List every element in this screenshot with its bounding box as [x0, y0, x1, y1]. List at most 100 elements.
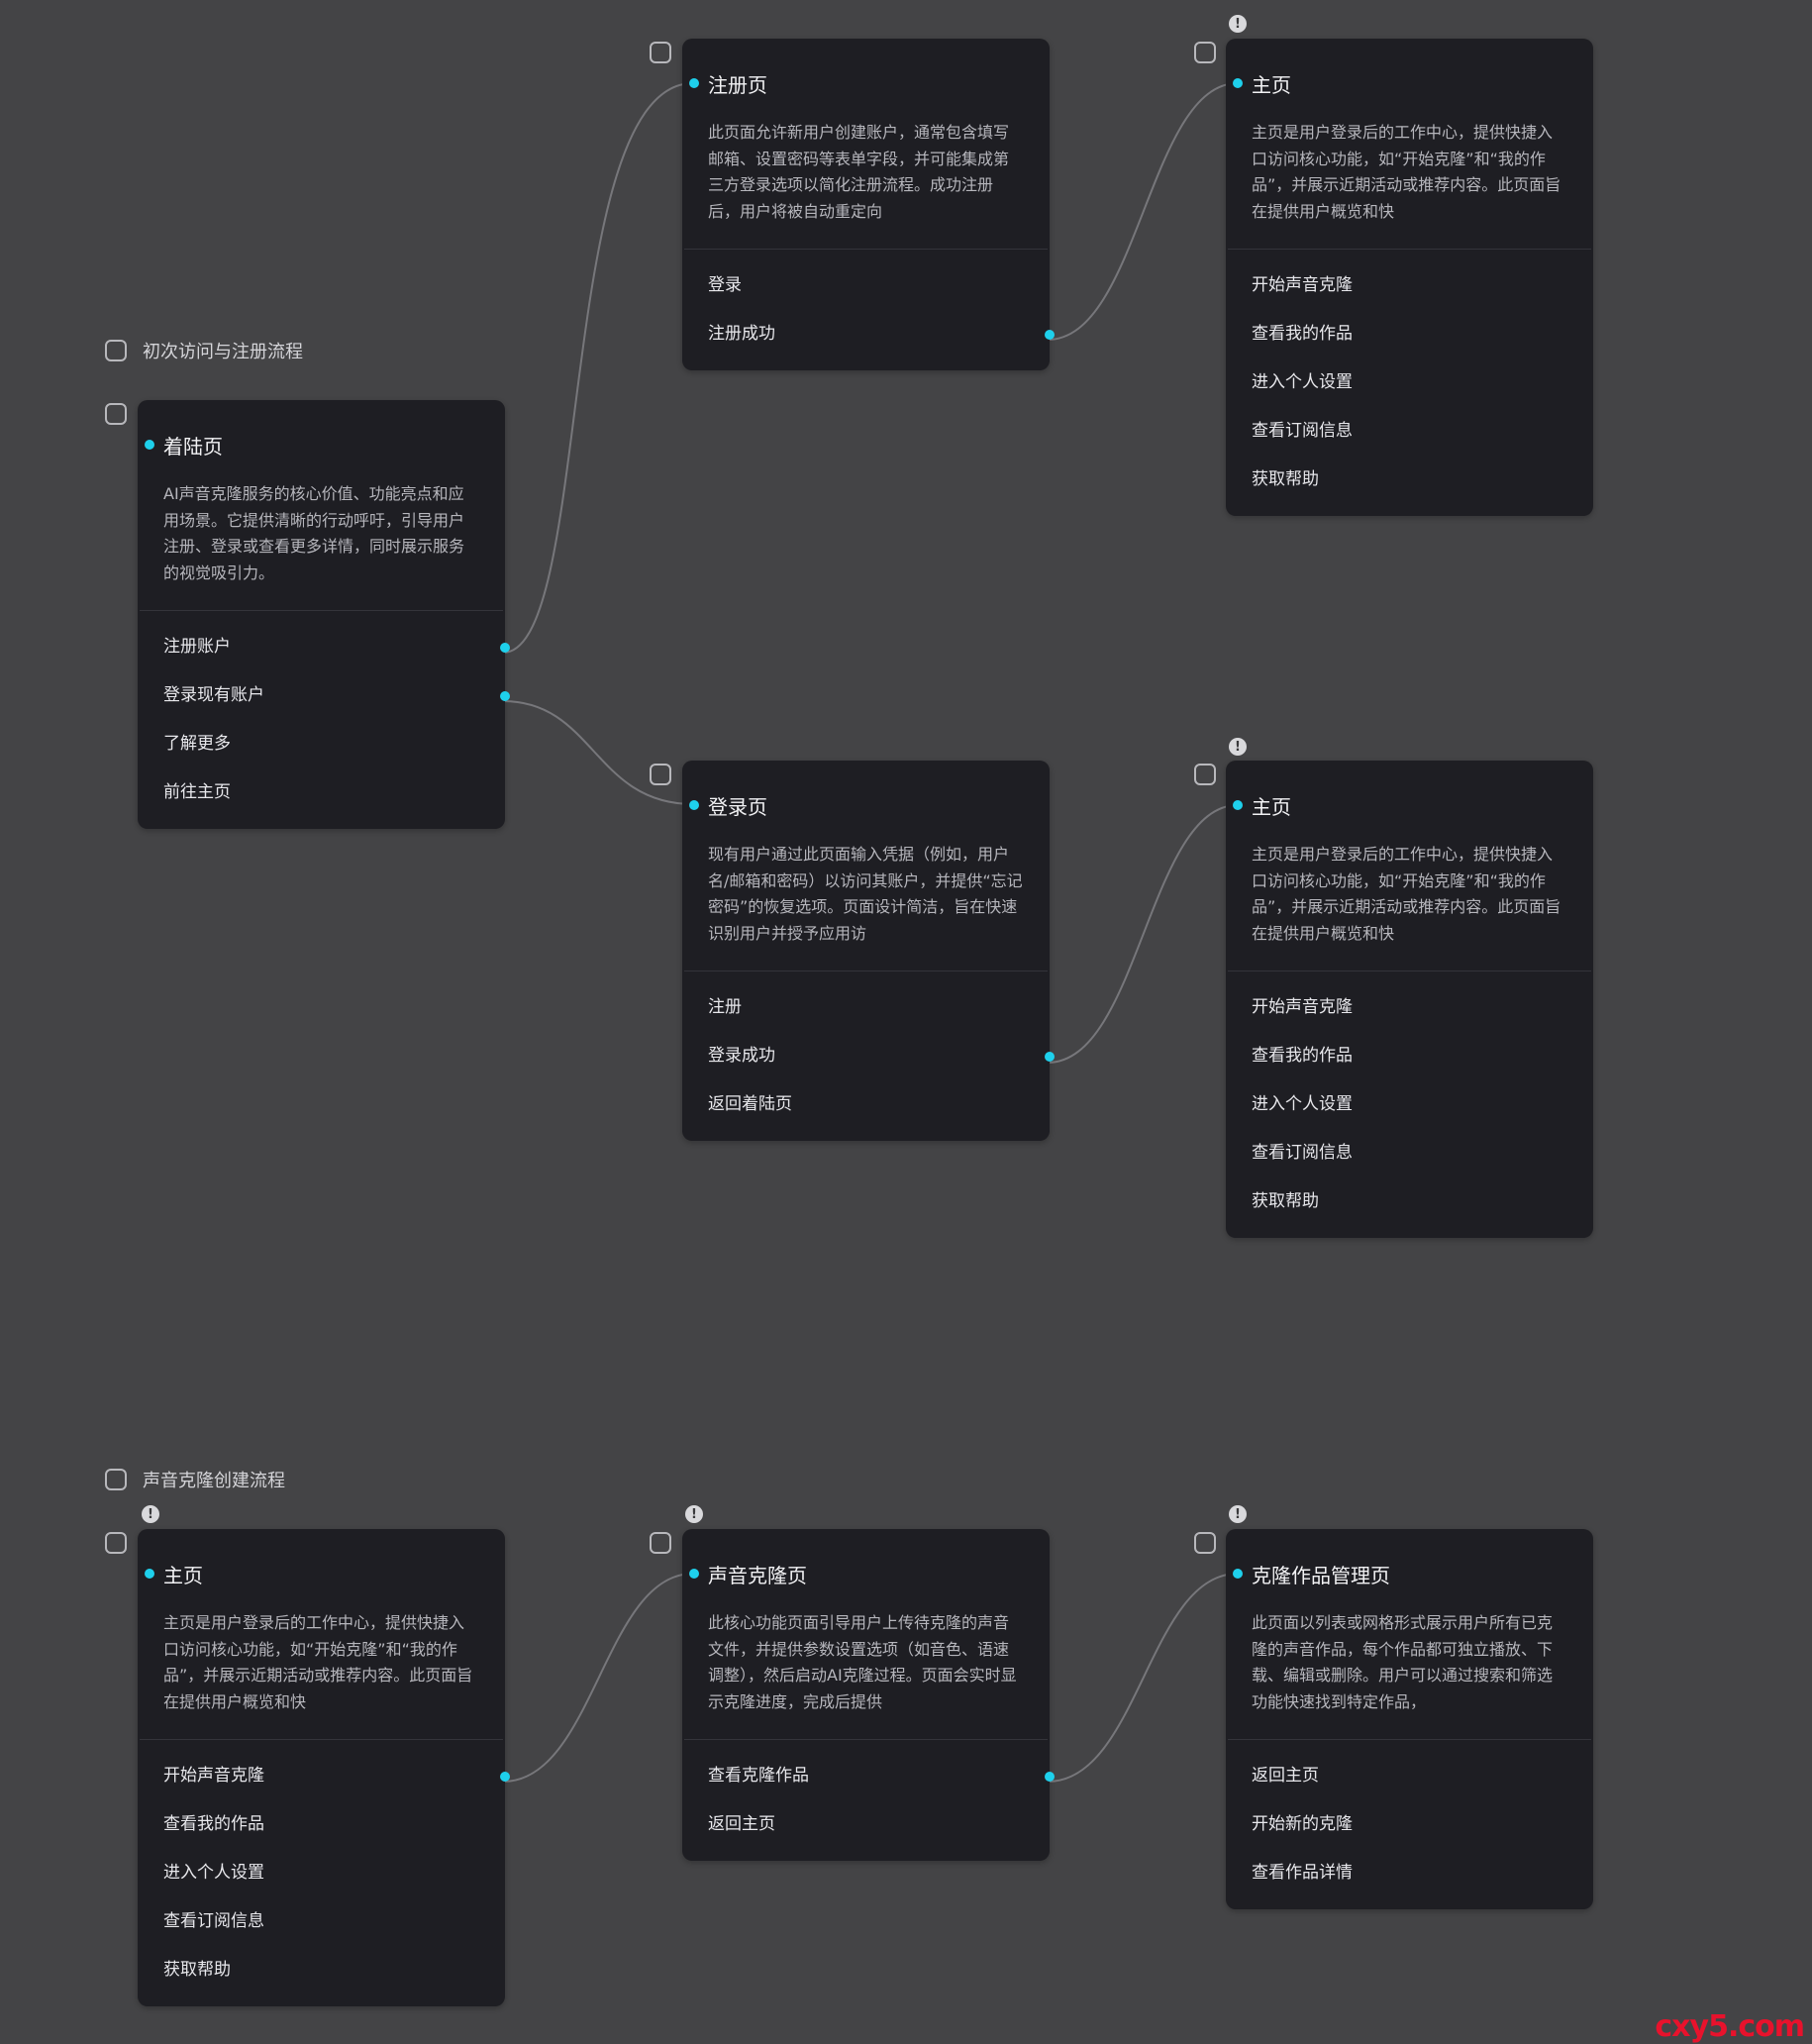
- output-port-dot[interactable]: [1045, 1771, 1055, 1782]
- node-checkbox-home-b[interactable]: [1194, 764, 1216, 785]
- card-action[interactable]: 开始新的克隆: [1226, 1800, 1593, 1849]
- action-label: 查看我的作品: [1252, 324, 1353, 344]
- card-action[interactable]: 查看订阅信息: [138, 1897, 505, 1946]
- card-description: 此核心功能页面引导用户上传待克隆的声音文件，并提供参数设置选项（如音色、语速调整…: [708, 1613, 1017, 1711]
- action-label: 进入个人设置: [1252, 1094, 1353, 1114]
- edge-home-to-clone: [502, 1573, 694, 1783]
- card-title: 着陆页: [163, 435, 223, 459]
- card-action[interactable]: 开始声音克隆: [138, 1752, 510, 1800]
- input-port-dot[interactable]: [689, 1569, 699, 1579]
- page-card-voice-clone[interactable]: 声音克隆页 此核心功能页面引导用户上传待克隆的声音文件，并提供参数设置选项（如音…: [682, 1529, 1055, 1861]
- flow-group-checkbox[interactable]: [105, 340, 127, 361]
- action-label: 前往主页: [163, 782, 231, 802]
- action-label: 登录现有账户: [163, 685, 264, 705]
- watermark: cxy5.com: [1655, 2009, 1805, 2044]
- action-label: 查看订阅信息: [1252, 421, 1353, 441]
- input-port-dot[interactable]: [1233, 800, 1243, 810]
- page-card-landing[interactable]: 着陆页 AI声音克隆服务的核心价值、功能亮点和应用场景。它提供清晰的行动呼吁，引…: [138, 400, 510, 829]
- card-action[interactable]: 查看订阅信息: [1226, 1129, 1593, 1177]
- card-action[interactable]: 查看我的作品: [1226, 310, 1593, 358]
- card-title: 克隆作品管理页: [1252, 1564, 1390, 1587]
- card-action[interactable]: 进入个人设置: [1226, 358, 1593, 407]
- card-title: 登录页: [708, 795, 767, 819]
- card-action[interactable]: 登录现有账户: [138, 671, 510, 720]
- action-label: 进入个人设置: [163, 1863, 264, 1883]
- action-label: 获取帮助: [1252, 1191, 1319, 1211]
- action-label: 进入个人设置: [1252, 372, 1353, 392]
- output-port-dot[interactable]: [500, 642, 510, 653]
- card-action[interactable]: 查看我的作品: [138, 1800, 505, 1849]
- card-action[interactable]: 获取帮助: [1226, 456, 1593, 504]
- flow-group-checkbox[interactable]: [105, 1469, 127, 1490]
- card-action[interactable]: 进入个人设置: [138, 1849, 505, 1897]
- card-action[interactable]: 注册成功: [682, 310, 1055, 358]
- action-label: 获取帮助: [1252, 469, 1319, 489]
- page-card-home[interactable]: 主页 主页是用户登录后的工作中心，提供快捷入口访问核心功能，如“开始克隆”和“我…: [1226, 39, 1593, 516]
- edge-landing-to-register: [502, 82, 694, 654]
- output-port-dot[interactable]: [1045, 329, 1055, 340]
- action-label: 注册: [708, 997, 742, 1017]
- card-description: 现有用户通过此页面输入凭据（例如，用户名/邮箱和密码）以访问其账户，并提供“忘记…: [708, 845, 1023, 943]
- card-action[interactable]: 前往主页: [138, 768, 505, 817]
- card-action[interactable]: 登录成功: [682, 1032, 1055, 1080]
- card-action[interactable]: 返回着陆页: [682, 1080, 1050, 1129]
- page-card-works-management[interactable]: 克隆作品管理页 此页面以列表或网格形式展示用户所有已克隆的声音作品，每个作品都可…: [1226, 1529, 1593, 1909]
- card-action[interactable]: 查看我的作品: [1226, 1032, 1593, 1080]
- node-checkbox-home-a[interactable]: [1194, 42, 1216, 63]
- action-label: 登录成功: [708, 1046, 775, 1066]
- warning-icon[interactable]: !: [1229, 738, 1247, 756]
- card-title: 主页: [1252, 795, 1291, 819]
- node-checkbox-clone[interactable]: [650, 1532, 671, 1554]
- edge-login-to-home: [1047, 804, 1239, 1064]
- input-port-dot[interactable]: [145, 440, 154, 450]
- card-action[interactable]: 注册账户: [138, 623, 510, 671]
- action-label: 注册成功: [708, 324, 775, 344]
- warning-icon[interactable]: !: [685, 1505, 703, 1523]
- card-action[interactable]: 进入个人设置: [1226, 1080, 1593, 1129]
- input-port-dot[interactable]: [1233, 1569, 1243, 1579]
- card-action[interactable]: 查看作品详情: [1226, 1849, 1593, 1897]
- output-port-dot[interactable]: [500, 1771, 510, 1782]
- action-label: 返回主页: [708, 1814, 775, 1834]
- card-action[interactable]: 登录: [682, 261, 1050, 310]
- edge-register-to-home: [1047, 82, 1239, 341]
- output-port-dot[interactable]: [500, 690, 510, 701]
- action-label: 查看订阅信息: [1252, 1143, 1353, 1163]
- card-action[interactable]: 查看订阅信息: [1226, 407, 1593, 456]
- page-card-login[interactable]: 登录页 现有用户通过此页面输入凭据（例如，用户名/邮箱和密码）以访问其账户，并提…: [682, 761, 1055, 1141]
- page-card-home[interactable]: 主页 主页是用户登录后的工作中心，提供快捷入口访问核心功能，如“开始克隆”和“我…: [1226, 761, 1593, 1238]
- card-action[interactable]: 返回主页: [1226, 1752, 1593, 1800]
- card-action[interactable]: 查看克隆作品: [682, 1752, 1055, 1800]
- edge-landing-to-login: [502, 700, 694, 805]
- card-description: 主页是用户登录后的工作中心，提供快捷入口访问核心功能，如“开始克隆”和“我的作品…: [163, 1613, 473, 1711]
- node-checkbox-register[interactable]: [650, 42, 671, 63]
- flow-group-label: 初次访问与注册流程: [105, 338, 303, 363]
- input-port-dot[interactable]: [145, 1569, 154, 1579]
- flow-group-label: 声音克隆创建流程: [105, 1467, 285, 1492]
- input-port-dot[interactable]: [689, 78, 699, 88]
- action-label: 注册账户: [163, 637, 231, 657]
- output-port-dot[interactable]: [1045, 1051, 1055, 1062]
- card-action[interactable]: 获取帮助: [138, 1946, 505, 1994]
- edge-clone-to-works: [1047, 1573, 1239, 1783]
- card-action[interactable]: 返回主页: [682, 1800, 1050, 1849]
- card-title: 注册页: [708, 73, 767, 97]
- card-action[interactable]: 了解更多: [138, 720, 505, 768]
- action-label: 查看作品详情: [1252, 1863, 1353, 1883]
- warning-icon[interactable]: !: [142, 1505, 159, 1523]
- page-card-home[interactable]: 主页 主页是用户登录后的工作中心，提供快捷入口访问核心功能，如“开始克隆”和“我…: [138, 1529, 510, 2006]
- node-checkbox-home-c[interactable]: [105, 1532, 127, 1554]
- input-port-dot[interactable]: [689, 800, 699, 810]
- card-action[interactable]: 开始声音克隆: [1226, 983, 1593, 1032]
- input-port-dot[interactable]: [1233, 78, 1243, 88]
- node-checkbox-landing[interactable]: [105, 403, 127, 425]
- node-checkbox-works[interactable]: [1194, 1532, 1216, 1554]
- page-card-register[interactable]: 注册页 此页面允许新用户创建账户，通常包含填写邮箱、设置密码等表单字段，并可能集…: [682, 39, 1055, 370]
- node-checkbox-login[interactable]: [650, 764, 671, 785]
- warning-icon[interactable]: !: [1229, 15, 1247, 33]
- card-action[interactable]: 获取帮助: [1226, 1177, 1593, 1226]
- warning-icon[interactable]: !: [1229, 1505, 1247, 1523]
- action-label: 返回着陆页: [708, 1094, 792, 1114]
- card-action[interactable]: 开始声音克隆: [1226, 261, 1593, 310]
- card-action[interactable]: 注册: [682, 983, 1050, 1032]
